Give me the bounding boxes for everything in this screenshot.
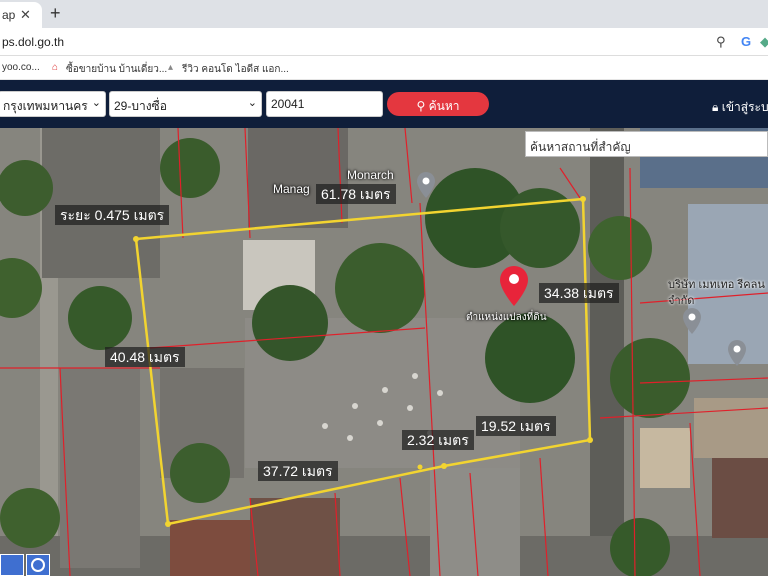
map-view[interactable]: ค้นหาสถานที่สำคัญ 61.78 เมตร 34.38 เมตร … (0, 128, 768, 576)
chevron-down-icon: ⌄ (247, 97, 257, 109)
parcel-number-input[interactable]: 20041 (266, 91, 383, 117)
place-pin-icon[interactable] (683, 308, 701, 334)
edge-length-label: 40.48 เมตร (105, 347, 185, 367)
close-tab-icon[interactable]: ✕ (20, 7, 31, 23)
company-label: บริษัท เมทเทอ รีคลน จำกัด (668, 279, 765, 307)
place-label: Manag (273, 182, 310, 196)
new-tab-icon[interactable]: + (50, 3, 61, 24)
search-icon: ⚲ (416, 99, 426, 113)
distance-label: ระยะ 0.475 เมตร (55, 205, 170, 225)
browser-tab[interactable]: ap ✕ (0, 2, 42, 28)
province-value: กรุงเทพมหานคร (3, 99, 88, 113)
district-value: 29-บางซื่อ (114, 99, 167, 113)
bookmarks-bar: yoo.co... ⌂ ซื้อขายบ้าน บ้านเดี่ยว... ▴ … (0, 56, 768, 80)
login-label: เข้าสู่ระบ (721, 100, 768, 114)
search-toolbar: กรุงเทพมหานคร ⌄ 29-บางซื่อ ⌄ 20041 ⚲ ค้น… (0, 80, 768, 128)
draw-square-tool-icon[interactable] (0, 554, 24, 576)
edge-length-label: 34.38 เมตร (539, 283, 619, 303)
district-select[interactable]: 29-บางซื่อ ⌄ (109, 91, 262, 117)
province-select[interactable]: กรุงเทพมหานคร ⌄ (0, 91, 106, 117)
draw-circle-tool-icon[interactable] (26, 554, 50, 576)
place-search-input[interactable]: ค้นหาสถานที่สำคัญ (525, 131, 768, 157)
lock-icon: 🔒︎ (712, 100, 719, 114)
address-bar[interactable]: ps.dol.go.th ⚲ G ◆ (0, 28, 768, 56)
bookmark-item[interactable]: yoo.co... (2, 62, 40, 73)
place-label: Monarch (347, 168, 394, 182)
tab-title: ap (2, 8, 16, 22)
chevron-down-icon: ⌄ (91, 97, 101, 109)
search-button[interactable]: ⚲ ค้นหา (387, 92, 489, 116)
url-text[interactable]: ps.dol.go.th (2, 35, 64, 49)
parcel-pin-label: ตำแหน่งแปลงที่ดิน (466, 312, 547, 323)
bookmark-item[interactable]: รีวิว คอนโด ไอดีส แอก... (182, 62, 289, 77)
search-button-label: ค้นหา (428, 99, 460, 113)
location-icon[interactable]: ⚲ (716, 34, 726, 50)
place-pin-icon[interactable] (728, 340, 746, 366)
parcel-location-pin-icon[interactable] (500, 266, 528, 306)
parcel-number-value: 20041 (271, 97, 305, 111)
edge-length-label: 19.52 เมตร (476, 416, 556, 436)
bookmark-icon: ▴ (168, 62, 174, 73)
bookmark-item[interactable]: ซื้อขายบ้าน บ้านเดี่ยว... (66, 62, 167, 77)
home-icon: ⌂ (52, 62, 59, 73)
extension-icon[interactable]: ◆ (760, 34, 768, 50)
edge-length-label: 61.78 เมตร (316, 184, 396, 204)
edge-length-label: 37.72 เมตร (258, 461, 338, 481)
google-icon[interactable]: G (741, 34, 751, 49)
edge-length-label: 2.32 เมตร (402, 430, 474, 450)
place-pin-icon[interactable] (417, 172, 435, 198)
login-link[interactable]: 🔒︎ เข้าสู่ระบ (712, 98, 768, 117)
browser-tab-bar: ap ✕ + (0, 0, 768, 28)
